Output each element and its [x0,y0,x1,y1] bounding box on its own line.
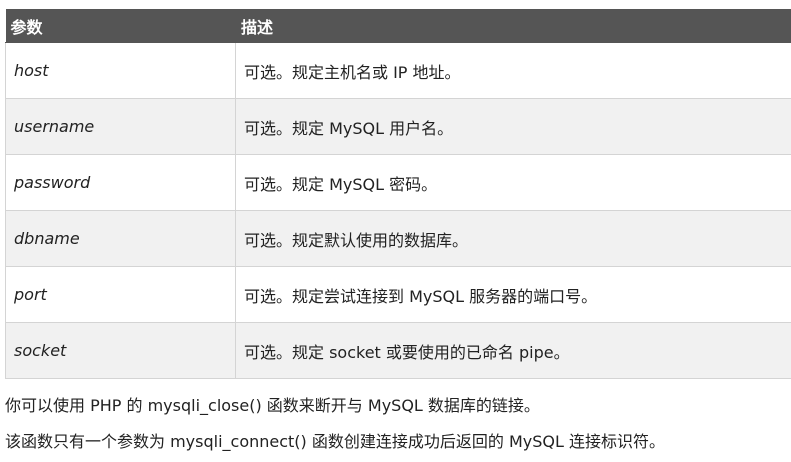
param-name: socket [5,322,236,379]
param-name: host [5,42,236,99]
document-page: 参数 描述 host 可选。规定主机名或 IP 地址。 username 可选。… [0,0,791,462]
paragraph-close-note: 你可以使用 PHP 的 mysqli_close() 函数来断开与 MySQL … [5,396,540,415]
table-row: socket 可选。规定 socket 或要使用的已命名 pipe。 [5,322,791,379]
param-name: port [5,266,236,323]
param-description: 可选。规定 MySQL 密码。 [235,154,791,211]
table-body: host 可选。规定主机名或 IP 地址。 username 可选。规定 MyS… [5,42,791,379]
header-param: 参数 [5,9,236,43]
parameters-table: 参数 描述 host 可选。规定主机名或 IP 地址。 username 可选。… [5,9,791,379]
header-description: 描述 [235,9,791,43]
table-row: port 可选。规定尝试连接到 MySQL 服务器的端口号。 [5,266,791,323]
paragraph-param-note: 该函数只有一个参数为 mysqli_connect() 函数创建连接成功后返回的… [5,432,665,451]
param-name: dbname [5,210,236,267]
param-description: 可选。规定主机名或 IP 地址。 [235,42,791,99]
header-row: 参数 描述 [5,9,791,43]
table-row: password 可选。规定 MySQL 密码。 [5,154,791,211]
param-name: password [5,154,236,211]
param-description: 可选。规定 socket 或要使用的已命名 pipe。 [235,322,791,379]
table-row: username 可选。规定 MySQL 用户名。 [5,98,791,155]
table-row: dbname 可选。规定默认使用的数据库。 [5,210,791,267]
param-description: 可选。规定尝试连接到 MySQL 服务器的端口号。 [235,266,791,323]
table-header: 参数 描述 [5,9,791,43]
param-name: username [5,98,236,155]
param-description: 可选。规定 MySQL 用户名。 [235,98,791,155]
param-description: 可选。规定默认使用的数据库。 [235,210,791,267]
table-row: host 可选。规定主机名或 IP 地址。 [5,42,791,99]
